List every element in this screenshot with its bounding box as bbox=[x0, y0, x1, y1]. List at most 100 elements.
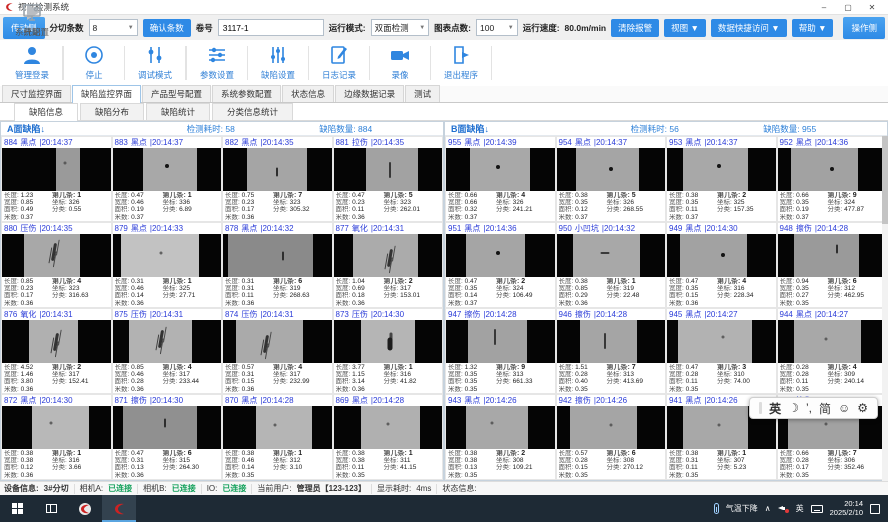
defect-cell[interactable]: 949 黑点 |20:14:30 长度: 0.47 宽度: 0.35 面积: 0… bbox=[666, 222, 777, 308]
tab-product-model-config[interactable]: 产品型号配置 bbox=[142, 85, 211, 102]
maximize-icon[interactable]: ▢ bbox=[836, 3, 860, 12]
defect-cell[interactable]: 880 压伤 |20:14:35 长度: 0.85 宽度: 0.23 面积: 0… bbox=[1, 222, 112, 308]
defect-image[interactable] bbox=[223, 406, 332, 449]
run-mode-select[interactable]: 双面检测▼ bbox=[371, 19, 430, 36]
defect-image[interactable] bbox=[334, 234, 443, 277]
scrollbar-thumb[interactable] bbox=[882, 136, 888, 224]
smiley-icon[interactable]: ☺ bbox=[838, 401, 850, 415]
operator-side-button[interactable]: 操作侧 bbox=[843, 17, 885, 39]
defect-cell[interactable]: 943 黑点 |20:14:26 长度: 0.38 宽度: 0.38 面积: 0… bbox=[445, 394, 556, 480]
defect-cell[interactable]: 955 黑点 |20:14:39 长度: 0.66 宽度: 0.66 面积: 0… bbox=[445, 136, 556, 222]
tab-status-info[interactable]: 状态信息 bbox=[282, 85, 334, 102]
defect-image[interactable] bbox=[2, 148, 111, 191]
defect-cell[interactable]: 869 黑点 |20:14:28 长度: 0.38 宽度: 0.38 面积: 0… bbox=[333, 394, 444, 480]
defect-image[interactable] bbox=[667, 234, 776, 277]
defect-cell[interactable]: 954 黑点 |20:14:37 长度: 0.38 宽度: 0.35 面积: 0… bbox=[556, 136, 667, 222]
defect-cell[interactable]: 944 黑点 |20:14:27 长度: 0.28 宽度: 0.28 面积: 0… bbox=[777, 308, 888, 394]
defect-cell[interactable]: 871 擦伤 |20:14:30 长度: 0.47 宽度: 0.31 面积: 0… bbox=[112, 394, 223, 480]
defect-image[interactable] bbox=[2, 320, 111, 363]
vertical-scrollbar[interactable] bbox=[882, 136, 888, 481]
subtab-defect-info[interactable]: 缺陷信息 bbox=[14, 103, 78, 121]
taskbar-app-browser[interactable] bbox=[68, 495, 102, 522]
defect-cell[interactable]: 951 黑点 |20:14:36 长度: 0.47 宽度: 0.35 面积: 0… bbox=[445, 222, 556, 308]
gear-icon[interactable]: ⚙ bbox=[857, 401, 868, 415]
tab-system-param-config[interactable]: 系统参数配置 bbox=[212, 85, 281, 102]
defect-image[interactable] bbox=[557, 320, 666, 363]
defect-cell[interactable]: 877 氧化 |20:14:31 长度: 1.04 宽度: 0.69 面积: 0… bbox=[333, 222, 444, 308]
minimize-icon[interactable]: – bbox=[812, 3, 836, 12]
defect-cell[interactable]: 873 压伤 |20:14:30 长度: 3.77 宽度: 1.15 面积: 3… bbox=[333, 308, 444, 394]
clear-alarm-button[interactable]: 清除报警 bbox=[611, 19, 659, 37]
defect-cell[interactable]: 872 黑点 |20:14:30 长度: 0.38 宽度: 0.38 面积: 0… bbox=[1, 394, 112, 480]
subtab-defect-statistics[interactable]: 缺陷统计 bbox=[146, 103, 210, 120]
slit-count-select[interactable]: 8▼ bbox=[89, 19, 138, 36]
data-quick-access-button[interactable]: 数据快捷访问 ▼ bbox=[711, 19, 787, 37]
defect-cell[interactable]: 876 氧化 |20:14:31 长度: 4.52 宽度: 1.46 面积: 3… bbox=[1, 308, 112, 394]
defect-cell[interactable]: 947 擦伤 |20:14:28 长度: 1.32 宽度: 0.35 面积: 0… bbox=[445, 308, 556, 394]
roll-number-input[interactable] bbox=[218, 19, 324, 36]
tab-test[interactable]: 测试 bbox=[405, 85, 440, 102]
defect-image[interactable] bbox=[778, 234, 887, 277]
defect-image[interactable] bbox=[2, 406, 111, 449]
defect-image[interactable] bbox=[778, 148, 887, 191]
confirm-count-button[interactable]: 确认条数 bbox=[143, 19, 191, 37]
defect-settings-button[interactable]: 缺陷设置 bbox=[248, 43, 308, 81]
ime-drag-handle[interactable] bbox=[759, 402, 762, 414]
defect-cell[interactable]: 942 擦伤 |20:14:26 长度: 0.57 宽度: 0.28 面积: 0… bbox=[556, 394, 667, 480]
help-menu-button[interactable]: 帮助 ▼ bbox=[792, 19, 834, 37]
tray-clock[interactable]: 20:142025/2/10 bbox=[830, 500, 863, 517]
log-record-button[interactable]: 日志记录 bbox=[309, 43, 369, 81]
ime-lang-toggle[interactable]: 英 bbox=[769, 400, 781, 417]
defect-cell[interactable]: 884 黑点 |20:14:37 长度: 1.23 宽度: 0.85 面积: 0… bbox=[1, 136, 112, 222]
tray-chevron-up-icon[interactable]: ∧ bbox=[765, 504, 771, 513]
defect-cell[interactable]: 878 黑点 |20:14:32 长度: 0.31 宽度: 0.31 面积: 0… bbox=[222, 222, 333, 308]
defect-cell[interactable]: 953 黑点 |20:14:37 长度: 0.38 宽度: 0.35 面积: 0… bbox=[666, 136, 777, 222]
defect-cell[interactable]: 945 黑点 |20:14:27 长度: 0.47 宽度: 0.28 面积: 0… bbox=[666, 308, 777, 394]
defect-cell[interactable]: 874 压伤 |20:14:31 长度: 0.57 宽度: 0.31 面积: 0… bbox=[222, 308, 333, 394]
defect-image[interactable] bbox=[334, 406, 443, 449]
defect-image[interactable] bbox=[2, 234, 111, 277]
defect-image[interactable] bbox=[557, 406, 666, 449]
stop-button[interactable]: 停止 bbox=[64, 43, 124, 81]
defect-cell[interactable]: 879 黑点 |20:14:33 长度: 0.31 宽度: 0.46 面积: 0… bbox=[112, 222, 223, 308]
defect-image[interactable] bbox=[113, 148, 222, 191]
defect-cell[interactable]: 875 压伤 |20:14:31 长度: 0.85 宽度: 0.46 面积: 0… bbox=[112, 308, 223, 394]
view-menu-button[interactable]: 视图 ▼ bbox=[664, 19, 706, 37]
defect-image[interactable] bbox=[446, 234, 555, 277]
keyboard-icon[interactable] bbox=[811, 505, 823, 513]
defect-cell[interactable]: 870 黑点 |20:14:28 长度: 0.38 宽度: 0.46 面积: 0… bbox=[222, 394, 333, 480]
defect-cell[interactable]: 948 擦伤 |20:14:28 长度: 0.94 宽度: 0.35 面积: 0… bbox=[777, 222, 888, 308]
defect-image[interactable] bbox=[113, 320, 222, 363]
defect-cell[interactable]: 883 黑点 |20:14:37 长度: 0.47 宽度: 0.46 面积: 0… bbox=[112, 136, 223, 222]
defect-image[interactable] bbox=[778, 320, 887, 363]
defect-image[interactable] bbox=[113, 406, 222, 449]
notification-center-icon[interactable] bbox=[870, 504, 880, 514]
defect-cell[interactable]: 882 黑点 |20:14:35 长度: 0.75 宽度: 0.23 面积: 0… bbox=[222, 136, 333, 222]
moon-icon[interactable]: ☽ bbox=[788, 401, 799, 415]
defect-cell[interactable]: 946 擦伤 |20:14:28 长度: 1.51 宽度: 0.28 面积: 0… bbox=[556, 308, 667, 394]
chart-points-select[interactable]: 100▼ bbox=[476, 19, 518, 36]
subtab-defect-distribution[interactable]: 缺陷分布 bbox=[80, 103, 144, 120]
ime-punctuation-toggle[interactable]: ’, bbox=[806, 401, 812, 415]
exit-program-button[interactable]: 退出程序 bbox=[431, 43, 491, 81]
debug-mode-button[interactable]: 调试模式 bbox=[125, 43, 185, 81]
defect-image[interactable] bbox=[667, 320, 776, 363]
defect-image[interactable] bbox=[557, 148, 666, 191]
defect-image[interactable] bbox=[334, 320, 443, 363]
defect-image[interactable] bbox=[334, 148, 443, 191]
defect-image[interactable] bbox=[223, 234, 332, 277]
defect-image[interactable] bbox=[557, 234, 666, 277]
tray-language-indicator[interactable]: 英 bbox=[796, 503, 804, 514]
panel-b-title[interactable]: B面缺陷↓ bbox=[451, 122, 489, 135]
defect-cell[interactable]: 881 拉伤 |20:14:35 长度: 0.47 宽度: 0.23 面积: 0… bbox=[333, 136, 444, 222]
defect-image[interactable] bbox=[446, 406, 555, 449]
defect-image[interactable] bbox=[667, 148, 776, 191]
defect-cell[interactable]: 952 黑点 |20:14:36 长度: 0.66 宽度: 0.35 面积: 0… bbox=[777, 136, 888, 222]
defect-image[interactable] bbox=[223, 320, 332, 363]
record-video-button[interactable]: 录像 bbox=[370, 43, 430, 81]
ime-language-bar[interactable]: 英 ☽ ’, 简 ☺ ⚙ bbox=[749, 397, 878, 419]
defect-image[interactable] bbox=[223, 148, 332, 191]
panel-a-title[interactable]: A面缺陷↓ bbox=[7, 122, 45, 135]
defect-cell[interactable]: 950 小凹坑 |20:14:32 长度: 0.38 宽度: 0.85 面积: … bbox=[556, 222, 667, 308]
ime-simplified-toggle[interactable]: 简 bbox=[819, 400, 831, 417]
